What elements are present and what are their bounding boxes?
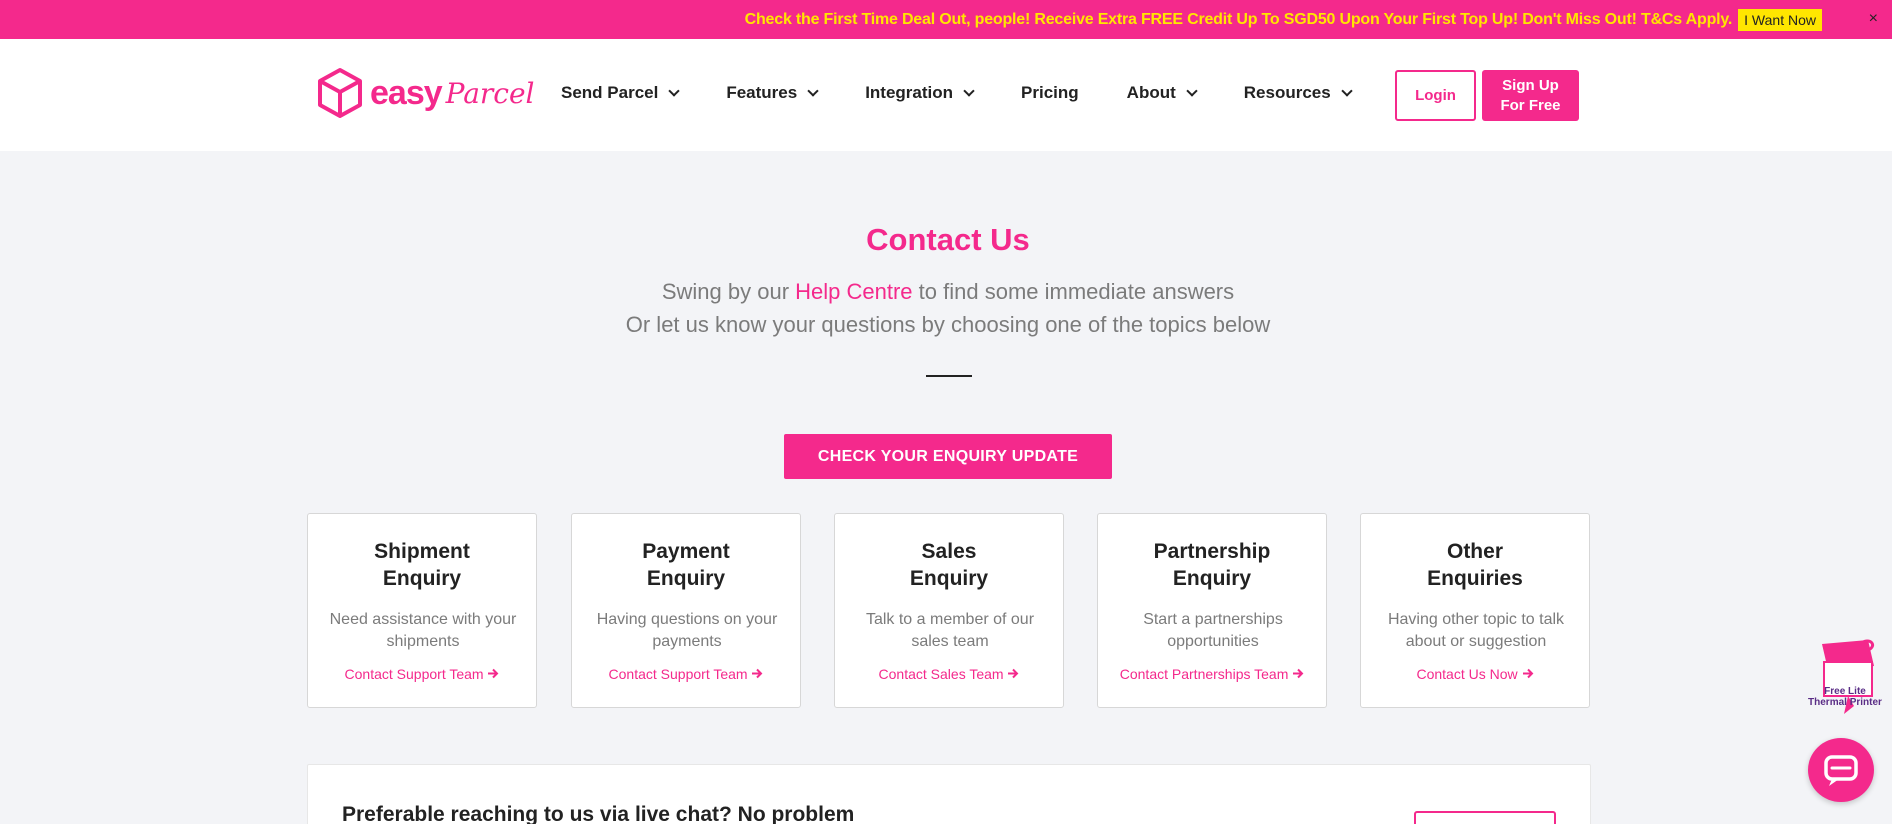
signup-label-line2: For Free bbox=[1500, 96, 1561, 114]
enquiry-card-shipment: Shipment Enquiry Need assistance with you… bbox=[307, 513, 537, 708]
signup-label-line1: Sign Up bbox=[1502, 76, 1559, 94]
check-enquiry-button[interactable]: CHECK YOUR ENQUIRY UPDATE bbox=[784, 434, 1112, 479]
livechat-button[interactable] bbox=[1414, 811, 1556, 824]
arrow-right-icon bbox=[752, 668, 763, 679]
enquiry-card-payment: Payment Enquiry Having questions on your … bbox=[571, 513, 801, 708]
card-link[interactable]: Contact Sales Team bbox=[835, 666, 1063, 682]
subtitle-text: to find some immediate answers bbox=[918, 279, 1235, 304]
card-description: Need assistance with your shipments bbox=[329, 611, 517, 650]
livechat-section: Preferable reaching to us via live chat?… bbox=[307, 764, 1591, 824]
box-outline-icon bbox=[318, 68, 362, 118]
printer-promo-label: Free Lite Thermal Printer bbox=[1808, 686, 1882, 708]
login-button[interactable]: Login bbox=[1395, 70, 1476, 121]
main-nav: Send Parcel Features Integration Pricing… bbox=[561, 83, 1399, 103]
chevron-down-icon bbox=[1186, 85, 1198, 97]
site-header: easy Parcel Send Parcel Features Integra… bbox=[0, 39, 1892, 151]
arrow-right-icon bbox=[488, 668, 499, 679]
card-title: Shipment Enquiry bbox=[374, 540, 470, 590]
nav-label: About bbox=[1126, 83, 1176, 102]
card-title: Other Enquiries bbox=[1427, 540, 1523, 590]
divider bbox=[926, 375, 972, 377]
subtitle-text: Swing by our bbox=[661, 279, 790, 304]
arrow-right-icon bbox=[1008, 668, 1019, 679]
card-title: Partnership Enquiry bbox=[1153, 540, 1271, 590]
card-title: Payment Enquiry bbox=[642, 540, 730, 590]
arrow-right-icon bbox=[1293, 668, 1304, 679]
logo-script: Parcel bbox=[445, 76, 535, 110]
subtitle-line-2: Or let us know your questions by choosin… bbox=[625, 312, 1271, 337]
arrow-right-icon bbox=[1522, 668, 1533, 679]
subtitle-line-1: Swing by our Help Centre to find some im… bbox=[0, 279, 1892, 305]
nav-pricing[interactable]: Pricing bbox=[1021, 83, 1079, 103]
nav-about[interactable]: About bbox=[1126, 83, 1198, 103]
card-description: Having questions on your payments bbox=[596, 611, 778, 650]
nav-resources[interactable]: Resources bbox=[1243, 83, 1353, 103]
card-link[interactable]: Contact Us Now bbox=[1361, 666, 1589, 682]
printer-promo-widget[interactable]: Free Lite Thermal Printer bbox=[1808, 636, 1882, 716]
nav-features[interactable]: Features bbox=[726, 83, 819, 103]
promo-text: Check the First Time Deal Out, people! R… bbox=[744, 10, 1733, 28]
help-centre-link[interactable]: Help Centre bbox=[795, 279, 912, 304]
chevron-down-icon bbox=[668, 85, 680, 97]
card-title: Sales Enquiry bbox=[909, 540, 989, 590]
card-description: Talk to a member of our sales team bbox=[865, 611, 1035, 650]
promo-bar: Check the First Time Deal Out, people! R… bbox=[0, 0, 1892, 39]
livechat-heading: Preferable reaching to us via live chat?… bbox=[342, 803, 855, 824]
chat-bubble-icon bbox=[1824, 755, 1858, 786]
nav-label: Resources bbox=[1243, 83, 1331, 102]
logo-word: easy bbox=[370, 73, 443, 112]
close-icon[interactable]: × bbox=[1869, 10, 1878, 28]
signup-button[interactable]: Sign Up For Free bbox=[1482, 70, 1579, 121]
promo-cta-button[interactable]: I Want Now bbox=[1738, 8, 1822, 31]
card-link[interactable]: Contact Partnerships Team bbox=[1098, 666, 1326, 682]
nav-label: Features bbox=[726, 83, 798, 102]
card-description: Having other topic to talk about or sugg… bbox=[1387, 611, 1565, 650]
enquiry-card-other: Other Enquiries Having other topic to tal… bbox=[1360, 513, 1590, 708]
enquiry-card-sales: Sales Enquiry Talk to a member of our sal… bbox=[834, 513, 1064, 708]
logo[interactable]: easy Parcel bbox=[316, 67, 535, 119]
card-link[interactable]: Contact Support Team bbox=[572, 666, 800, 682]
chevron-down-icon bbox=[807, 85, 819, 97]
nav-integration[interactable]: Integration bbox=[865, 83, 975, 103]
nav-label: Pricing bbox=[1021, 83, 1079, 102]
enquiry-card-partnership: Partnership Enquiry Start a partnerships … bbox=[1097, 513, 1327, 708]
nav-label: Integration bbox=[865, 83, 954, 102]
card-description: Start a partnerships opportunities bbox=[1143, 611, 1283, 650]
chat-widget-button[interactable] bbox=[1808, 738, 1874, 802]
chevron-down-icon bbox=[963, 85, 975, 97]
nav-send-parcel[interactable]: Send Parcel bbox=[561, 83, 680, 103]
page-title: Contact Us bbox=[866, 222, 1030, 257]
card-link[interactable]: Contact Support Team bbox=[308, 666, 536, 682]
nav-label: Send Parcel bbox=[561, 83, 659, 102]
chevron-down-icon bbox=[1341, 85, 1353, 97]
